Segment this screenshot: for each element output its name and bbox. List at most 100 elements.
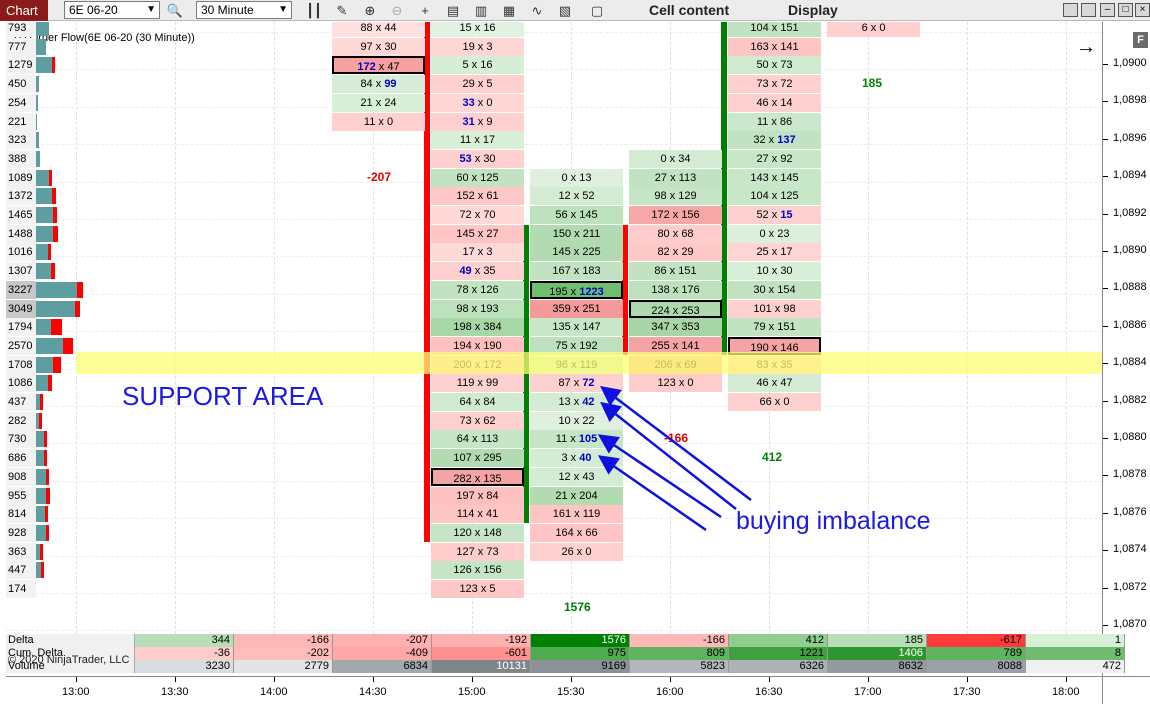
- stats-cell: 6326: [729, 660, 828, 673]
- stats-cell: -409: [333, 647, 432, 660]
- imbalance-arrow: [600, 401, 737, 510]
- maximize-button[interactable]: □: [1118, 3, 1133, 17]
- templates-icon[interactable]: ▧: [556, 2, 574, 19]
- time-tick: [373, 677, 374, 682]
- workspace-icon[interactable]: ▢: [588, 2, 606, 19]
- stats-cell: 809: [630, 647, 729, 660]
- price-tick: [1103, 438, 1108, 439]
- price-tick: [1103, 251, 1108, 252]
- stats-cell: 8632: [828, 660, 927, 673]
- window-gray-button[interactable]: [1081, 3, 1096, 17]
- stats-cell: 9169: [531, 660, 630, 673]
- stats-cell: 5823: [630, 660, 729, 673]
- time-tick: [472, 677, 473, 682]
- properties-icon[interactable]: ▤: [444, 2, 462, 19]
- window-gray-button[interactable]: [1063, 3, 1078, 17]
- price-label: 1,0872: [1113, 580, 1147, 593]
- time-tick: [1066, 677, 1067, 682]
- stats-cell: -192: [432, 634, 531, 647]
- imbalance-arrow: [600, 385, 752, 501]
- stats-cell: 10131: [432, 660, 531, 673]
- chart-arrow-icon[interactable]: →: [1076, 36, 1096, 59]
- chart-tab[interactable]: Chart: [0, 0, 48, 21]
- chevron-down-icon: ▼: [146, 4, 156, 15]
- stats-row: Cum. Delta -36 -202 -409 -601 975 809 1221 1406 7…: [6, 647, 1125, 660]
- close-button[interactable]: ×: [1135, 3, 1150, 17]
- minimize-button[interactable]: –: [1100, 3, 1115, 17]
- toolbar: Chart 6E 06-20 ▼ 🔍 30 Minute ▼ ┃┃ ✎ ⊕ ⊖ …: [0, 0, 1150, 21]
- search-icon[interactable]: 🔍: [166, 2, 184, 19]
- axis-corner: [1102, 676, 1150, 704]
- time-tick: [868, 677, 869, 682]
- cell-content-menu[interactable]: Cell content: [649, 2, 729, 18]
- data-box-icon[interactable]: ▥: [472, 2, 490, 19]
- instrument-select[interactable]: 6E 06-20 ▼: [64, 1, 160, 19]
- stats-cell: -207: [333, 634, 432, 647]
- price-tick: [1103, 138, 1108, 140]
- zoom-in-icon[interactable]: ⊕: [361, 2, 379, 19]
- zoom-out-icon[interactable]: ⊖: [388, 2, 406, 19]
- pencil-icon[interactable]: ✎: [333, 2, 351, 19]
- price-tick: [1103, 475, 1108, 477]
- price-label: 1,0880: [1113, 431, 1147, 443]
- stats-cell: 6834: [333, 660, 432, 673]
- crosshair-icon[interactable]: +: [416, 2, 434, 19]
- time-tick: [769, 677, 770, 682]
- stats-cell: -36: [135, 647, 234, 660]
- time-axis[interactable]: 13:00 13:30 14:00 14:30 15:00 15:30 16:00 16:30…: [6, 676, 1102, 704]
- time-label: 16:00: [656, 686, 684, 698]
- time-tick: [175, 677, 176, 682]
- price-label: 1,0878: [1113, 468, 1147, 481]
- strategy-icon[interactable]: ▦: [500, 2, 518, 19]
- instrument-value: 6E 06-20: [69, 3, 118, 17]
- stats-cell: 789: [927, 647, 1026, 660]
- stats-cell: 2779: [234, 660, 333, 673]
- price-label: 1,0890: [1113, 244, 1147, 256]
- time-tick: [274, 677, 275, 682]
- time-label: 14:00: [260, 686, 288, 698]
- price-tick: [1103, 512, 1108, 514]
- bar-style-icon[interactable]: ┃┃: [305, 2, 323, 19]
- price-label: 1,0870: [1113, 618, 1147, 630]
- stats-cell: 1: [1026, 634, 1125, 647]
- price-tick: [1103, 363, 1108, 365]
- timeframe-select[interactable]: 30 Minute ▼: [196, 1, 292, 19]
- price-tick: [1103, 550, 1108, 552]
- time-label: 13:30: [161, 686, 189, 698]
- stats-cell: 975: [531, 647, 630, 660]
- price-label: 1,0876: [1113, 505, 1147, 518]
- time-label: 15:30: [557, 686, 585, 698]
- price-label: 1,0900: [1113, 57, 1147, 69]
- stats-cell: 8088: [927, 660, 1026, 673]
- stats-cell: 8: [1026, 647, 1125, 660]
- stats-row: Delta 344 -166 -207 -192 1576 -166 412 185 -617 1: [6, 634, 1125, 647]
- display-menu[interactable]: Display: [788, 2, 838, 18]
- time-label: 14:30: [359, 686, 387, 698]
- time-tick: [967, 677, 968, 682]
- price-tick: [1103, 64, 1108, 65]
- price-tick: [1103, 213, 1108, 215]
- imbalance-arrow: [597, 455, 707, 532]
- price-tick: [1103, 400, 1108, 402]
- order-flow-chart[interactable]: TD Order Flow(6E 06-20 (30 Minute)) 793 77…: [6, 22, 1102, 634]
- indicators-icon[interactable]: ∿: [528, 2, 546, 19]
- stats-cell: 1406: [828, 647, 927, 660]
- time-label: 17:30: [953, 686, 981, 698]
- time-tick: [571, 677, 572, 682]
- stats-row-label: Delta: [6, 634, 135, 647]
- price-tick: [1103, 176, 1108, 178]
- price-label: 1,0894: [1113, 169, 1147, 182]
- stats-cell: 1576: [531, 634, 630, 647]
- stats-cell: 185: [828, 634, 927, 647]
- time-label: 17:00: [854, 686, 882, 698]
- f-button[interactable]: F: [1133, 32, 1148, 48]
- price-label: 1,0888: [1113, 281, 1147, 294]
- price-tick: [1103, 587, 1108, 589]
- stats-cell: -166: [630, 634, 729, 647]
- time-tick: [670, 677, 671, 682]
- copyright: © 2020 NinjaTrader, LLC: [8, 654, 130, 666]
- timeframe-value: 30 Minute: [201, 3, 254, 17]
- annotation-arrows: [597, 385, 752, 532]
- price-axis[interactable]: 1,0900 1,0898 1,0896 1,0894 1,0892 1,0890 1,08…: [1102, 22, 1150, 676]
- price-tick: [1103, 101, 1108, 103]
